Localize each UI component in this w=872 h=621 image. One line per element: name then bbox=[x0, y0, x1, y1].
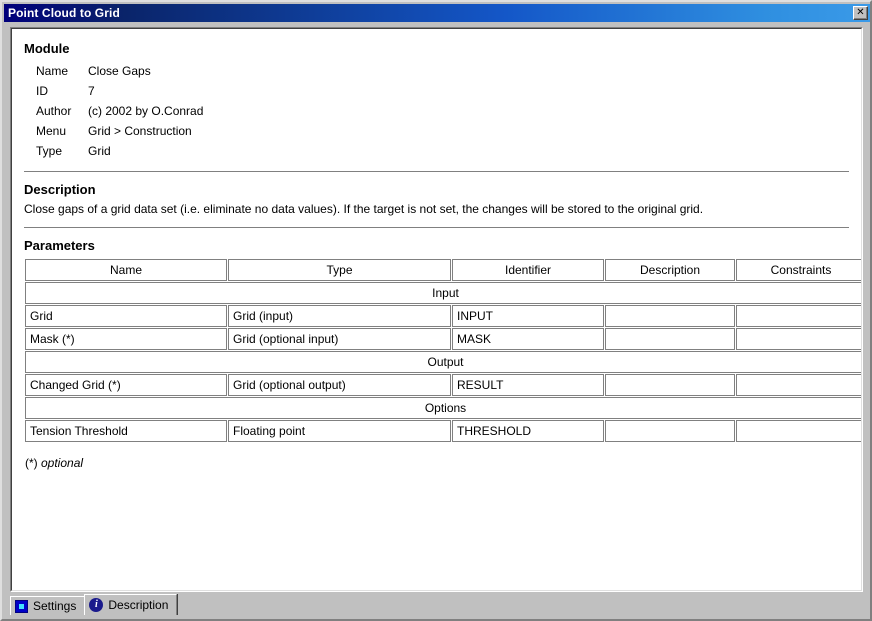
cell-description bbox=[605, 374, 735, 396]
module-field-name: Name Close Gaps bbox=[36, 61, 203, 81]
tab-description-label: Description bbox=[108, 598, 169, 612]
column-header-identifier: Identifier bbox=[452, 259, 604, 281]
module-field-label: Author bbox=[36, 104, 72, 118]
table-row: Changed Grid (*) Grid (optional output) … bbox=[25, 374, 861, 396]
cell-description bbox=[605, 420, 735, 442]
settings-square-icon bbox=[15, 599, 28, 613]
tab-settings[interactable]: Settings bbox=[10, 596, 86, 615]
module-field-menu: Menu Grid > Construction bbox=[36, 121, 203, 141]
module-field-value: 7 bbox=[88, 84, 95, 98]
module-field-label: ID bbox=[36, 84, 48, 98]
module-field-value: Grid bbox=[88, 144, 111, 158]
module-field-value: Grid > Construction bbox=[88, 124, 192, 138]
cell-description bbox=[605, 328, 735, 350]
section-label: Output bbox=[25, 351, 861, 373]
cell-constraints bbox=[736, 374, 861, 396]
module-field-type: Type Grid bbox=[36, 141, 203, 161]
cell-name: Mask (*) bbox=[25, 328, 227, 350]
column-header-description: Description bbox=[605, 259, 735, 281]
module-field-value: Close Gaps bbox=[88, 64, 151, 78]
info-circle-icon: i bbox=[89, 598, 104, 612]
cell-identifier: MASK bbox=[452, 328, 604, 350]
module-field-label: Name bbox=[36, 64, 69, 78]
cell-name: Changed Grid (*) bbox=[25, 374, 227, 396]
table-header-row: Name Type Identifier Description Constra… bbox=[25, 259, 861, 281]
module-field-author: Author (c) 2002 by O.Conrad bbox=[36, 101, 203, 121]
optional-footnote: (*) optional bbox=[25, 455, 849, 471]
cell-name: Grid bbox=[25, 305, 227, 327]
cell-type: Grid (optional output) bbox=[228, 374, 451, 396]
cell-constraints bbox=[736, 420, 861, 442]
module-field-value: (c) 2002 by O.Conrad bbox=[88, 104, 204, 118]
description-panel-content: Module Name Close Gaps ID 7 Author (c) 2… bbox=[11, 28, 862, 591]
cell-description bbox=[605, 305, 735, 327]
divider-above-description bbox=[24, 171, 849, 172]
tab-bar: Settings i Description bbox=[10, 594, 863, 616]
section-row-input: Input bbox=[25, 282, 861, 304]
close-icon[interactable]: ✕ bbox=[853, 6, 868, 20]
cell-constraints bbox=[736, 328, 861, 350]
cell-name: Tension Threshold bbox=[25, 420, 227, 442]
cell-type: Grid (input) bbox=[228, 305, 451, 327]
column-header-constraints: Constraints bbox=[736, 259, 861, 281]
section-row-output: Output bbox=[25, 351, 861, 373]
section-row-options: Options bbox=[25, 397, 861, 419]
table-row: Mask (*) Grid (optional input) MASK bbox=[25, 328, 861, 350]
table-row: Grid Grid (input) INPUT bbox=[25, 305, 861, 327]
cell-identifier: THRESHOLD bbox=[452, 420, 604, 442]
module-field-id: ID 7 bbox=[36, 81, 203, 101]
column-header-name: Name bbox=[25, 259, 227, 281]
tab-settings-label: Settings bbox=[33, 599, 77, 613]
description-panel: Module Name Close Gaps ID 7 Author (c) 2… bbox=[10, 27, 863, 592]
description-heading: Description bbox=[24, 182, 96, 197]
point-cloud-to-grid-window: Point Cloud to Grid ✕ Module Name Close … bbox=[0, 0, 872, 621]
cell-type: Grid (optional input) bbox=[228, 328, 451, 350]
module-field-label: Menu bbox=[36, 124, 67, 138]
parameters-heading: Parameters bbox=[24, 238, 95, 253]
window-title: Point Cloud to Grid bbox=[8, 6, 120, 20]
footnote-text: optional bbox=[41, 456, 84, 470]
divider-above-parameters bbox=[24, 227, 849, 228]
cell-constraints bbox=[736, 305, 861, 327]
window-client-area: Module Name Close Gaps ID 7 Author (c) 2… bbox=[4, 22, 870, 619]
description-text: Close gaps of a grid data set (i.e. elim… bbox=[24, 202, 704, 216]
section-label: Options bbox=[25, 397, 861, 419]
section-label: Input bbox=[25, 282, 861, 304]
cell-type: Floating point bbox=[228, 420, 451, 442]
module-field-label: Type bbox=[36, 144, 63, 158]
window-titlebar[interactable]: Point Cloud to Grid ✕ bbox=[4, 4, 870, 22]
module-heading: Module bbox=[24, 41, 70, 56]
cell-identifier: RESULT bbox=[452, 374, 604, 396]
parameters-table: Name Type Identifier Description Constra… bbox=[24, 258, 861, 443]
module-info-list: Name Close Gaps ID 7 Author (c) 2002 by … bbox=[36, 61, 203, 161]
cell-identifier: INPUT bbox=[452, 305, 604, 327]
column-header-type: Type bbox=[228, 259, 451, 281]
table-row: Tension Threshold Floating point THRESHO… bbox=[25, 420, 861, 442]
tab-description[interactable]: i Description bbox=[84, 594, 178, 615]
footnote-marker: (*) bbox=[25, 456, 41, 470]
